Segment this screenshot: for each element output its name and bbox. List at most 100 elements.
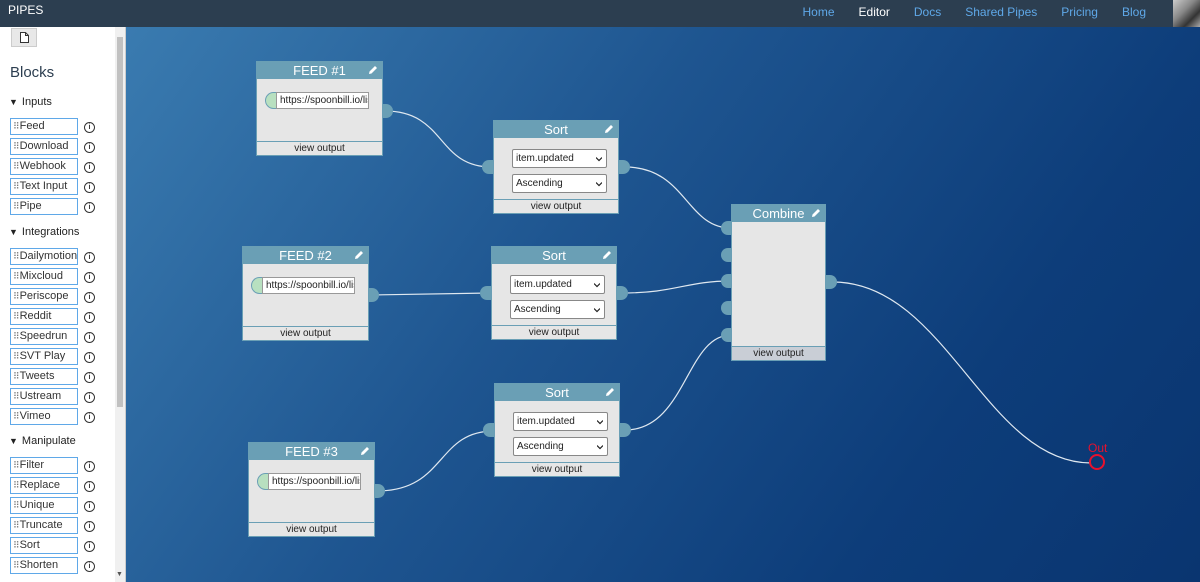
pencil-icon[interactable] xyxy=(354,250,364,260)
sort-field-select[interactable]: item.updated xyxy=(510,275,605,294)
avatar[interactable] xyxy=(1173,0,1200,27)
combine-node[interactable]: Combine view output xyxy=(731,204,826,361)
nav-docs[interactable]: Docs xyxy=(902,0,953,27)
sort-order-select[interactable]: Ascending xyxy=(510,300,605,319)
nav-pricing[interactable]: Pricing xyxy=(1049,0,1110,27)
view-output-link[interactable]: view output xyxy=(249,522,374,536)
sort-node-1[interactable]: Sort item.updated Ascending view output xyxy=(493,120,619,214)
block-vimeo[interactable]: ⠿Vimeo xyxy=(10,408,78,425)
sort-field-select[interactable]: item.updated xyxy=(513,412,608,431)
sort-order-select[interactable]: Ascending xyxy=(513,437,608,456)
info-icon[interactable]: i xyxy=(84,561,95,572)
info-icon[interactable]: i xyxy=(84,392,95,403)
feed-url-field[interactable]: https://spoonbill.io/lis xyxy=(262,277,355,294)
feed-node-1[interactable]: FEED #1 https://spoonbill.io/lis view ou… xyxy=(256,61,383,156)
wire-combine-out xyxy=(832,281,1092,464)
drag-handle-icon: ⠿ xyxy=(13,520,20,530)
feed-url-field[interactable]: https://spoonbill.io/lis xyxy=(276,92,369,109)
sort-node-header[interactable]: Sort xyxy=(495,384,619,401)
nav-editor[interactable]: Editor xyxy=(847,0,902,27)
feed-node-3[interactable]: FEED #3 https://spoonbill.io/lis view ou… xyxy=(248,442,375,537)
info-icon[interactable]: i xyxy=(84,312,95,323)
pencil-icon[interactable] xyxy=(605,387,615,397)
block-filter[interactable]: ⠿Filter xyxy=(10,457,78,474)
info-icon[interactable]: i xyxy=(84,182,95,193)
group-inputs[interactable]: ▼ Inputs xyxy=(9,96,52,108)
info-icon[interactable]: i xyxy=(84,352,95,363)
new-pipe-button[interactable] xyxy=(11,28,37,47)
info-icon[interactable]: i xyxy=(84,332,95,343)
sort-node-header[interactable]: Sort xyxy=(492,247,616,264)
sort-field-select[interactable]: item.updated xyxy=(512,149,607,168)
block-ustream[interactable]: ⠿Ustream xyxy=(10,388,78,405)
pipe-canvas[interactable]: FEED #1 https://spoonbill.io/lis view ou… xyxy=(126,27,1200,582)
group-integrations[interactable]: ▼ Integrations xyxy=(9,226,79,238)
block-speedrun[interactable]: ⠿Speedrun xyxy=(10,328,78,345)
sort-node-2[interactable]: Sort item.updated Ascending view output xyxy=(491,246,617,340)
view-output-link[interactable]: view output xyxy=(257,141,382,155)
block-mixcloud[interactable]: ⠿Mixcloud xyxy=(10,268,78,285)
block-reddit[interactable]: ⠿Reddit xyxy=(10,308,78,325)
output-port[interactable] xyxy=(1089,454,1105,470)
block-webhook[interactable]: ⠿Webhook xyxy=(10,158,78,175)
feed-node-header[interactable]: FEED #1 xyxy=(257,62,382,79)
block-replace[interactable]: ⠿Replace xyxy=(10,477,78,494)
block-periscope[interactable]: ⠿Periscope xyxy=(10,288,78,305)
brand-logo[interactable]: PIPES xyxy=(8,3,43,17)
block-shorten[interactable]: ⠿Shorten xyxy=(10,557,78,574)
nav-links: Home Editor Docs Shared Pipes Pricing Bl… xyxy=(791,0,1158,27)
nav-shared-pipes[interactable]: Shared Pipes xyxy=(953,0,1049,27)
block-dailymotion[interactable]: ⠿Dailymotion xyxy=(10,248,78,265)
info-icon[interactable]: i xyxy=(84,461,95,472)
block-download[interactable]: ⠿Download xyxy=(10,138,78,155)
info-icon[interactable]: i xyxy=(84,122,95,133)
feed-node-header[interactable]: FEED #3 xyxy=(249,443,374,460)
info-icon[interactable]: i xyxy=(84,162,95,173)
sort3-input-port[interactable] xyxy=(483,423,494,437)
pencil-icon[interactable] xyxy=(360,446,370,456)
view-output-link[interactable]: view output xyxy=(243,326,368,340)
info-icon[interactable]: i xyxy=(84,541,95,552)
info-icon[interactable]: i xyxy=(84,412,95,423)
drag-handle-icon: ⠿ xyxy=(13,181,20,191)
block-tweets[interactable]: ⠿Tweets xyxy=(10,368,78,385)
scroll-down-arrow-icon[interactable]: ▼ xyxy=(116,571,123,578)
sidebar-scroll-thumb[interactable] xyxy=(117,37,123,407)
nav-blog[interactable]: Blog xyxy=(1110,0,1158,27)
pencil-icon[interactable] xyxy=(604,124,614,134)
info-icon[interactable]: i xyxy=(84,142,95,153)
feed-node-2[interactable]: FEED #2 https://spoonbill.io/lis view ou… xyxy=(242,246,369,341)
block-text-input[interactable]: ⠿Text Input xyxy=(10,178,78,195)
info-icon[interactable]: i xyxy=(84,202,95,213)
pencil-icon[interactable] xyxy=(811,208,821,218)
sort-order-select[interactable]: Ascending xyxy=(512,174,607,193)
block-unique[interactable]: ⠿Unique xyxy=(10,497,78,514)
info-icon[interactable]: i xyxy=(84,272,95,283)
sort-node-3[interactable]: Sort item.updated Ascending view output xyxy=(494,383,620,477)
sort-node-header[interactable]: Sort xyxy=(494,121,618,138)
nav-home[interactable]: Home xyxy=(791,0,847,27)
view-output-link[interactable]: view output xyxy=(732,346,825,360)
block-feed[interactable]: ⠿Feed xyxy=(10,118,78,135)
info-icon[interactable]: i xyxy=(84,501,95,512)
info-icon[interactable]: i xyxy=(84,372,95,383)
view-output-link[interactable]: view output xyxy=(495,462,619,476)
feed-node-header[interactable]: FEED #2 xyxy=(243,247,368,264)
sort1-input-port[interactable] xyxy=(482,160,493,174)
feed-url-field[interactable]: https://spoonbill.io/lis xyxy=(268,473,361,490)
combine-node-header[interactable]: Combine xyxy=(732,205,825,222)
pencil-icon[interactable] xyxy=(368,65,378,75)
block-sort[interactable]: ⠿Sort xyxy=(10,537,78,554)
sort2-input-port[interactable] xyxy=(480,286,491,300)
block-pipe[interactable]: ⠿Pipe xyxy=(10,198,78,215)
info-icon[interactable]: i xyxy=(84,521,95,532)
view-output-link[interactable]: view output xyxy=(492,325,616,339)
group-manipulate[interactable]: ▼ Manipulate xyxy=(9,435,76,447)
info-icon[interactable]: i xyxy=(84,481,95,492)
info-icon[interactable]: i xyxy=(84,252,95,263)
view-output-link[interactable]: view output xyxy=(494,199,618,213)
block-svt-play[interactable]: ⠿SVT Play xyxy=(10,348,78,365)
block-truncate[interactable]: ⠿Truncate xyxy=(10,517,78,534)
pencil-icon[interactable] xyxy=(602,250,612,260)
info-icon[interactable]: i xyxy=(84,292,95,303)
